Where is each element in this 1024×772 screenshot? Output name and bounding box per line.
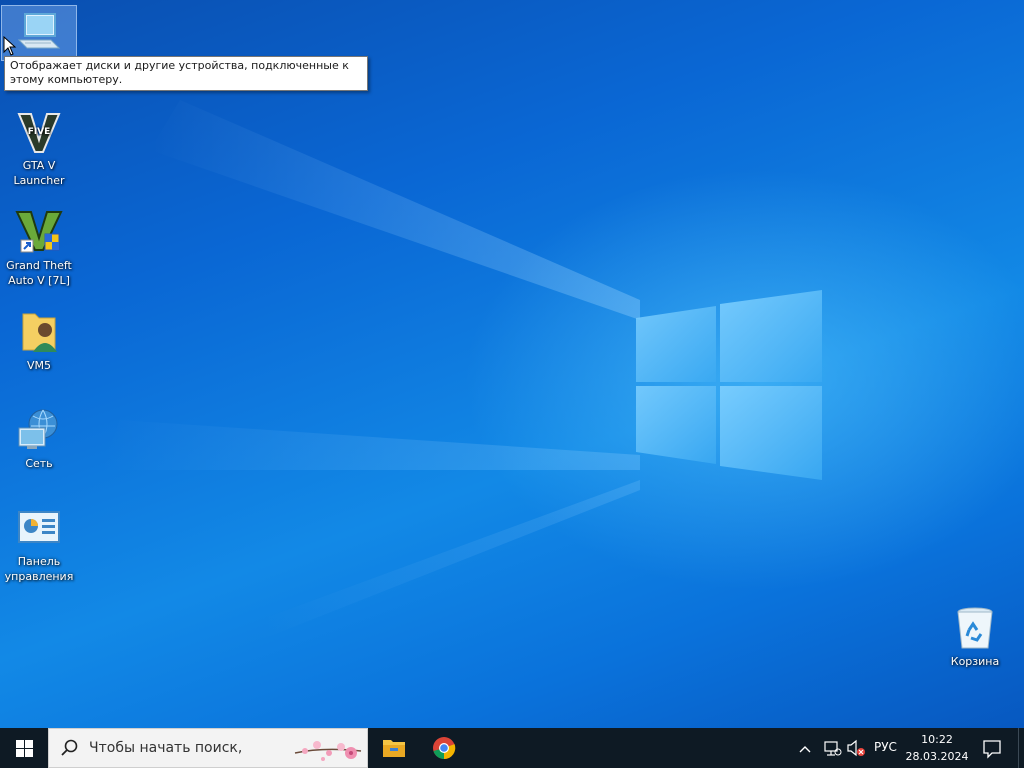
tray-clock[interactable]: 10:22 28.03.2024	[904, 731, 970, 765]
notification-icon	[983, 740, 1001, 759]
desktop-icon-label: VM5	[26, 359, 51, 372]
desktop-icon-label: GTA V Launcher	[13, 159, 65, 187]
search-icon	[61, 739, 78, 756]
computer-icon	[15, 10, 63, 58]
desktop-icon-gta-v-7l[interactable]: Grand Theft Auto V [7L]	[2, 204, 76, 288]
desktop-icon-control-panel[interactable]: Панель управления	[2, 500, 76, 584]
desktop-icon-label: Корзина	[950, 655, 1000, 668]
chevron-up-icon	[799, 746, 811, 753]
windows-logo-wallpaper	[636, 290, 822, 480]
desktop-icon-gta-v-launcher[interactable]: FIVE GTA V Launcher	[2, 104, 76, 188]
tooltip-this-pc: Отображает диски и другие устройства, по…	[4, 56, 368, 91]
desktop-icon-label: Grand Theft Auto V [7L]	[6, 259, 72, 287]
gta-v-launcher-icon: FIVE	[15, 108, 63, 156]
tray-show-hidden-icons[interactable]	[798, 728, 820, 768]
show-desktop-button[interactable]	[1018, 728, 1024, 768]
file-explorer-icon	[383, 740, 405, 757]
desktop-icon-recycle-bin[interactable]: Корзина	[938, 600, 1012, 669]
action-center-button[interactable]	[972, 728, 1012, 768]
windows-start-icon	[16, 740, 33, 757]
taskbar-file-explorer[interactable]	[370, 728, 418, 768]
network-status-icon	[824, 741, 842, 756]
gta-v-game-icon	[15, 208, 63, 256]
tray-network[interactable]	[822, 728, 844, 768]
chrome-icon	[433, 737, 456, 760]
desktop-icon-label: Панель управления	[4, 555, 74, 583]
svg-text:FIVE: FIVE	[28, 127, 51, 137]
user-folder-icon	[15, 308, 63, 356]
desktop-icon-label: Сеть	[25, 457, 53, 470]
taskbar: Чтобы начать поиск, РУС 10:22 28.03.2024	[0, 728, 1024, 768]
network-icon	[15, 406, 63, 454]
taskbar-chrome[interactable]	[420, 728, 468, 768]
desktop-icon-vm5[interactable]: VM5	[2, 304, 76, 373]
tray-language[interactable]: РУС	[874, 740, 897, 754]
taskbar-search-box[interactable]: Чтобы начать поиск,	[48, 728, 368, 768]
desktop-icon-network[interactable]: Сеть	[2, 402, 76, 471]
wallpaper-light-beams	[100, 100, 640, 640]
desktop[interactable]: FIVE GTA V Launcher Grand Theft Auto V [7…	[0, 0, 1024, 728]
mouse-cursor-icon	[3, 36, 17, 56]
start-button[interactable]	[0, 728, 48, 768]
recycle-bin-icon	[951, 604, 999, 652]
search-placeholder: Чтобы начать поиск,	[89, 740, 243, 756]
clock-date: 28.03.2024	[905, 750, 969, 763]
control-panel-icon	[15, 504, 63, 552]
volume-muted-icon	[847, 739, 865, 757]
clock-time: 10:22	[921, 733, 953, 746]
tray-volume[interactable]	[846, 728, 868, 768]
cherry-blossom-decoration-icon	[294, 741, 362, 761]
